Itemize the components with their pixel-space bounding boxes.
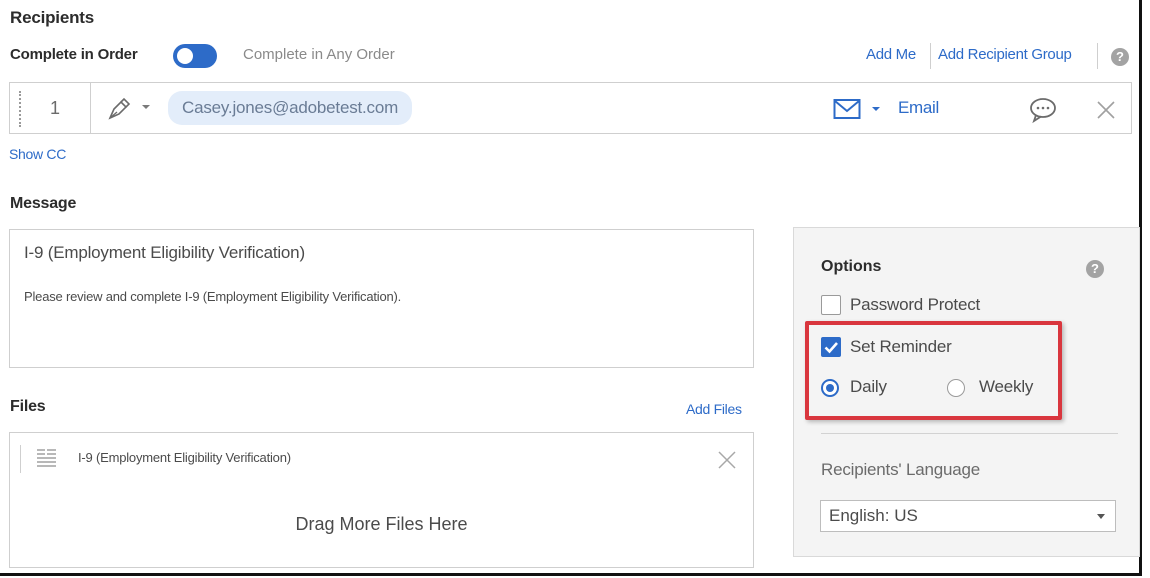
weekly-radio[interactable] bbox=[947, 379, 965, 397]
options-heading: Options bbox=[821, 258, 882, 275]
help-icon[interactable]: ? bbox=[1086, 260, 1104, 278]
add-me-link[interactable]: Add Me bbox=[866, 46, 916, 63]
daily-label: Daily bbox=[850, 377, 887, 396]
separator bbox=[930, 43, 931, 69]
chevron-down-icon bbox=[1097, 514, 1105, 519]
set-reminder-label: Set Reminder bbox=[850, 337, 952, 356]
daily-radio[interactable] bbox=[821, 379, 839, 397]
document-icon bbox=[37, 449, 56, 467]
pen-icon[interactable] bbox=[106, 96, 132, 122]
recipients-heading: Recipients bbox=[10, 8, 94, 27]
drag-handle[interactable] bbox=[19, 91, 23, 127]
checkmark-icon bbox=[824, 342, 838, 354]
files-heading: Files bbox=[10, 398, 46, 415]
message-body-text: Please review and complete I-9 (Employme… bbox=[24, 289, 402, 304]
message-subject-text: I-9 (Employment Eligibility Verification… bbox=[24, 243, 305, 262]
complete-in-order-label: Complete in Order bbox=[10, 46, 138, 63]
message-body-input[interactable]: Please review and complete I-9 (Employme… bbox=[9, 273, 754, 368]
file-item: I-9 (Employment Eligibility Verification… bbox=[9, 432, 754, 485]
file-drop-zone[interactable]: Drag More Files Here bbox=[9, 484, 754, 568]
drop-zone-label: Drag More Files Here bbox=[295, 514, 468, 534]
close-icon[interactable] bbox=[717, 450, 737, 470]
highlight-box bbox=[805, 321, 1062, 420]
weekly-label: Weekly bbox=[979, 377, 1034, 396]
password-protect-label: Password Protect bbox=[850, 295, 981, 314]
comment-icon[interactable] bbox=[1028, 96, 1058, 124]
chevron-down-icon[interactable] bbox=[871, 105, 881, 113]
file-name: I-9 (Employment Eligibility Verification… bbox=[78, 450, 291, 465]
show-cc-link[interactable]: Show CC bbox=[9, 146, 66, 162]
chevron-down-icon[interactable] bbox=[141, 103, 151, 111]
close-icon[interactable] bbox=[1096, 100, 1116, 120]
message-heading: Message bbox=[10, 195, 77, 212]
separator bbox=[1097, 43, 1098, 69]
send-panel: Recipients Complete in Order Complete in… bbox=[0, 0, 1142, 576]
order-toggle[interactable] bbox=[173, 44, 217, 68]
envelope-icon[interactable] bbox=[833, 98, 861, 120]
options-divider bbox=[821, 433, 1118, 434]
language-value: English: US bbox=[829, 506, 918, 525]
recipients-language-label: Recipients' Language bbox=[821, 460, 980, 479]
set-reminder-checkbox[interactable] bbox=[821, 337, 841, 357]
recipient-number: 1 bbox=[50, 98, 61, 118]
options-panel: Options ? Password Protect Set Reminder … bbox=[793, 227, 1140, 557]
add-files-link[interactable]: Add Files bbox=[686, 401, 742, 417]
language-select[interactable]: English: US bbox=[820, 500, 1116, 532]
message-subject-input[interactable]: I-9 (Employment Eligibility Verification… bbox=[9, 229, 754, 274]
recipient-email[interactable]: Casey.jones@adobetest.com bbox=[168, 91, 413, 125]
help-icon[interactable]: ? bbox=[1111, 48, 1129, 66]
complete-any-order-label: Complete in Any Order bbox=[243, 46, 395, 63]
password-protect-checkbox[interactable] bbox=[821, 295, 841, 315]
add-recipient-group-link[interactable]: Add Recipient Group bbox=[938, 46, 1072, 63]
delivery-method[interactable]: Email bbox=[898, 98, 939, 118]
recipient-row: 1 Casey.jones@adobetest.com Email bbox=[9, 82, 1132, 134]
